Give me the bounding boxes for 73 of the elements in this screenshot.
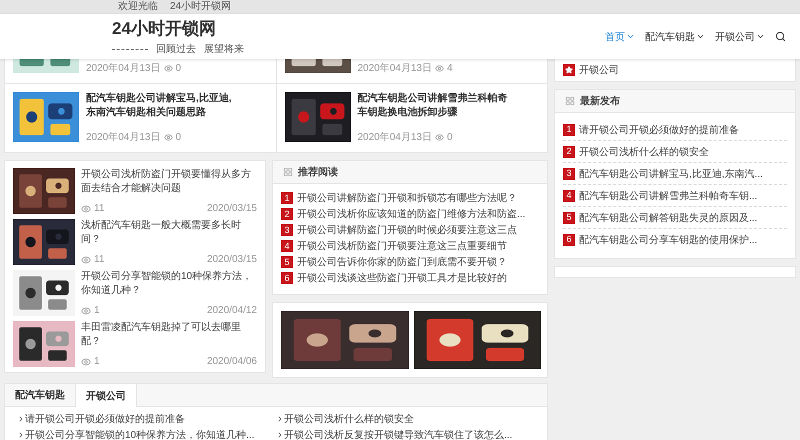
article-link[interactable]: 配汽车钥匙公司解答钥匙失灵的原因及...	[579, 210, 758, 224]
post-title[interactable]: 开锁公司浅析防盗门开锁要懂得从多方面去结合才能解决问题	[81, 168, 257, 196]
article-link[interactable]: 开锁公司讲解防盗门开锁和拆锁芯有哪些方法呢？	[297, 191, 517, 205]
post-title[interactable]: 配汽车钥匙公司讲解宝马,比亚迪,东南汽车钥匙相关问题思路	[86, 92, 236, 120]
eye-icon	[164, 132, 172, 142]
panel-title: 最新发布	[580, 94, 620, 108]
panel-title: 推荐阅读	[298, 166, 338, 179]
rank-number: 6	[563, 234, 575, 246]
nav-item[interactable]: 首页	[605, 30, 635, 44]
rank-number: 2	[281, 208, 293, 220]
site-name: 24小时开锁网	[170, 0, 232, 14]
post-meta: 2020年04月13日 0	[86, 62, 182, 75]
post-date: 2020/03/15	[206, 203, 257, 214]
slogan-text: 展望将来	[204, 42, 244, 56]
view-count: 1	[81, 356, 100, 367]
slogan-text: 回顾过去	[156, 42, 196, 56]
post-meta: 2020年04月13日 0	[358, 130, 454, 144]
article-link[interactable]: 请开锁公司开锁必须做好的提前准备	[579, 122, 739, 136]
tab[interactable]: 开锁公司	[76, 384, 137, 407]
star-icon	[563, 64, 575, 76]
site-logo[interactable]: 24小时开锁网	[112, 17, 244, 40]
rank-number: 2	[563, 146, 575, 158]
eye-icon	[81, 254, 91, 264]
eye-icon	[435, 132, 444, 142]
chevron-down-icon	[756, 32, 765, 41]
rank-number: 4	[281, 240, 293, 252]
welcome-text: 欢迎光临	[118, 0, 158, 14]
article-link[interactable]: 开锁公司浅谈这些防盗门开锁工具才是比较好的	[297, 271, 507, 285]
article-link[interactable]: 开锁公司告诉你你家的防盗门到底需不要开锁？	[297, 255, 507, 269]
post-meta: 2020年04月13日 0	[86, 130, 182, 144]
grid-icon	[283, 167, 293, 177]
eye-icon	[164, 64, 172, 72]
eye-icon	[435, 64, 444, 72]
post-date: 2020/03/15	[206, 254, 257, 265]
article-link[interactable]: 开锁公司浅析什么样的锁安全	[276, 412, 535, 426]
article-link[interactable]: 配汽车钥匙公司讲解宝马,比亚迪,东南汽...	[579, 166, 763, 180]
post-title[interactable]: 开锁公司分享智能锁的10种保养方法，你知道几种？	[81, 270, 257, 298]
view-count: 11	[81, 254, 104, 265]
category-link[interactable]: 开锁公司	[579, 62, 619, 76]
chevron-down-icon	[696, 32, 705, 41]
post-title[interactable]: 配汽车钥匙公司讲解雪弗兰科帕奇车钥匙换电池拆卸步骤	[358, 92, 508, 120]
rank-number: 3	[281, 224, 293, 236]
eye-icon	[81, 204, 91, 214]
grid-icon	[565, 96, 575, 106]
article-link[interactable]: 开锁公司浅析反复按开锁键导致汽车锁住了该怎么...	[276, 428, 535, 440]
post-date: 2020/04/12	[206, 305, 257, 316]
view-count: 11	[81, 203, 104, 214]
view-count: 1	[81, 305, 100, 316]
article-link[interactable]: 开锁公司浅析什么样的锁安全	[579, 144, 709, 158]
article-link[interactable]: 配汽车钥匙公司分享车钥匙的使用保护...	[579, 232, 758, 246]
rank-number: 1	[563, 124, 575, 136]
post-title[interactable]: 浅析配汽车钥匙一般大概需要多长时间？	[81, 219, 257, 247]
rank-number: 1	[281, 192, 293, 204]
eye-icon	[81, 306, 91, 316]
post-date: 2020/04/06	[206, 356, 257, 367]
eye-icon	[81, 356, 91, 366]
rank-number: 5	[563, 212, 575, 224]
article-link[interactable]: 配汽车钥匙公司讲解雪弗兰科帕奇车钥...	[579, 188, 758, 202]
nav-item[interactable]: 配汽车钥匙	[645, 30, 705, 44]
article-link[interactable]: 开锁公司浅析防盗门开锁要注意这三点重要细节	[297, 239, 507, 253]
article-link[interactable]: 开锁公司分享智能锁的10种保养方法，你知道几种...	[17, 428, 276, 440]
article-link[interactable]: 开锁公司浅析你应该知道的防盗门维修方法和防盗...	[297, 207, 526, 221]
rank-number: 5	[281, 256, 293, 268]
article-link[interactable]: 请开锁公司开锁必须做好的提前准备	[17, 412, 276, 426]
article-link[interactable]: 开锁公司讲解防盗门开锁的时候必须要注意这三点	[297, 223, 517, 237]
rank-number: 6	[281, 272, 293, 284]
rank-number: 4	[563, 190, 575, 202]
post-meta: 2020年04月13日 4	[358, 62, 453, 75]
nav-item[interactable]: 开锁公司	[715, 30, 765, 44]
rank-number: 3	[563, 168, 575, 180]
search-icon[interactable]	[775, 31, 786, 42]
post-title[interactable]: 丰田雷凌配汽车钥匙掉了可以去哪里配？	[81, 321, 257, 349]
chevron-down-icon	[626, 32, 635, 41]
